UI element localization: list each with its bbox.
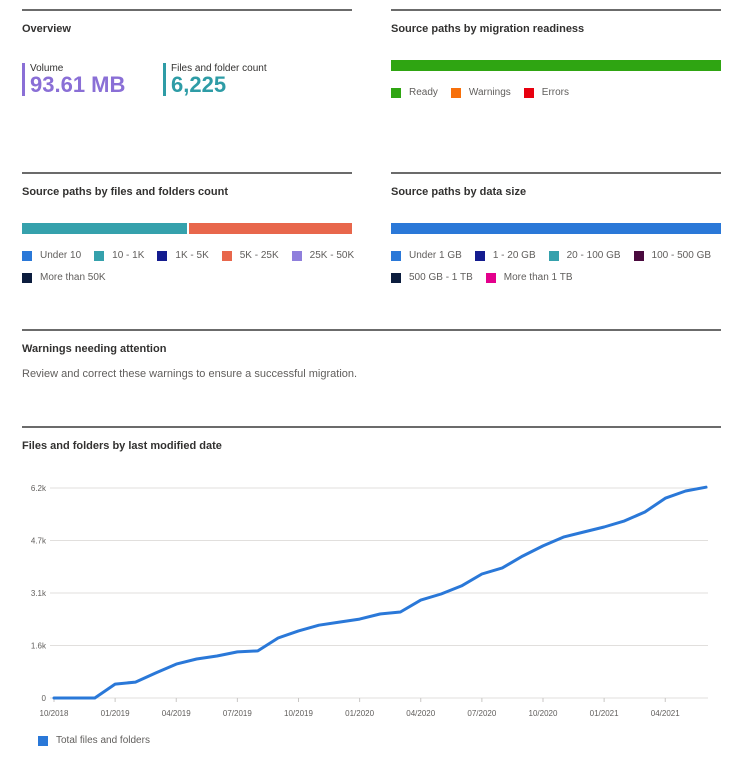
legend-label: 5K - 25K [239,250,279,261]
bar-segment-10-1k[interactable] [22,223,187,234]
x-tick-label: 01/2020 [345,709,374,718]
x-tick-label: 04/2020 [406,709,435,718]
legend-swatch [485,272,496,283]
legend-item-1k-5k[interactable]: 1K - 5K [157,250,209,261]
legend-swatch [94,250,105,261]
legend-label: Ready [409,87,438,98]
legend-item-errors[interactable]: Errors [523,87,570,98]
file-count-value: 6,225 [171,72,227,97]
legend-row: Under 10 10 - 1K 1K - 5K 5K - 25K 25K - 50K [22,250,367,261]
files-count-card: Source paths by files and folders count … [22,172,354,324]
legend-label: 10 - 1K [112,250,145,261]
y-tick-label: 1.6k [31,642,47,651]
volume-accent-bar [22,63,25,96]
x-tick-label: 10/2019 [284,709,313,718]
legend-item-25k-50k[interactable]: 25K - 50K [291,250,355,261]
warnings-description: Review and correct these warnings to ens… [22,368,358,380]
overview-title: Overview [22,23,71,35]
legend-label: 500 GB - 1 TB [409,272,473,283]
volume-value: 93.61 MB [30,72,126,97]
chart-legend: Total files and folders [38,735,150,746]
readiness-card: Source paths by migration readiness Read… [391,9,721,161]
legend-item-5k-25k[interactable]: 5K - 25K [221,250,279,261]
file-count-metric: Files and folder count 6,225 [163,63,267,96]
legend-swatch [221,250,232,261]
legend-item-more-than-1-tb[interactable]: More than 1 TB [485,272,573,283]
legend-item-20-100-gb[interactable]: 20 - 100 GB [548,250,621,261]
x-tick-label: 01/2021 [590,709,619,718]
data-size-title: Source paths by data size [391,186,527,198]
legend-item-under-10[interactable]: Under 10 [22,250,81,261]
modified-card: Files and folders by last modified date [22,426,721,468]
readiness-stacked-bar [391,60,721,71]
legend-item-more-than-50k[interactable]: More than 50K [22,272,106,283]
legend-label: 20 - 100 GB [566,250,621,261]
x-tick-label: 10/2018 [40,709,69,718]
legend-item-100-500-gb[interactable]: 100 - 500 GB [633,250,712,261]
modified-date-line-chart: 0 1.6k 3.1k 4.7k 6.2k 10/2018 01/2019 04/2019 0… [31,484,708,718]
files-count-title: Source paths by files and folders count [22,186,228,198]
legend-swatch [391,250,401,261]
legend-label: 100 - 500 GB [651,250,712,261]
warnings-title: Warnings needing attention [22,343,167,355]
files-count-legend: Under 10 10 - 1K 1K - 5K 5K - 25K 25K - 50K M… [22,250,367,294]
legend-swatch [523,87,534,98]
y-tick-label: 6.2k [31,484,47,493]
legend-label: More than 1 TB [503,272,573,283]
x-tick-label: 07/2020 [467,709,496,718]
legend-label: Warnings [468,87,511,98]
data-size-stacked-bar [391,223,721,234]
legend-item-500-gb-1-tb[interactable]: 500 GB - 1 TB [391,272,473,283]
readiness-title: Source paths by migration readiness [391,23,585,35]
files-count-stacked-bar [22,223,352,234]
bar-segment-5k-25k[interactable] [187,223,352,234]
legend-swatch [22,272,32,283]
legend-item-ready[interactable]: Ready [391,87,438,98]
y-tick-label: 4.7k [31,537,47,546]
warnings-card: Warnings needing attention Review and co… [22,329,721,421]
bar-segment-under-1-gb[interactable] [391,223,721,234]
legend-label-total: Total files and folders [56,735,150,746]
legend-item-under-1-gb[interactable]: Under 1 GB [391,250,462,261]
legend-item-10-1k[interactable]: 10 - 1K [94,250,144,261]
y-tick-label: 3.1k [31,589,47,598]
x-tick-label: 07/2019 [223,709,252,718]
legend-swatch [450,87,461,98]
legend-row: More than 50K [22,272,367,283]
legend-label: Under 10 [40,250,82,261]
x-tick-label: 01/2019 [101,709,130,718]
x-tick-label: 04/2021 [651,709,680,718]
y-tick-label: 0 [42,694,47,703]
legend-swatch [548,250,559,261]
x-tick-label: 10/2020 [529,709,558,718]
legend-label: 1K - 5K [175,250,209,261]
legend-row: 500 GB - 1 TB More than 1 TB [391,272,724,283]
legend-label: Errors [541,87,570,98]
legend-label: More than 50K [40,272,106,283]
legend-item-1-20-gb[interactable]: 1 - 20 GB [474,250,536,261]
overview-card: Overview Volume 93.61 MB Files and folde… [22,9,352,161]
x-tick-label: 04/2019 [162,709,191,718]
modified-title: Files and folders by last modified date [22,440,222,452]
legend-swatch [157,250,168,261]
file-count-accent-bar [163,63,166,96]
legend-row: Ready Warnings Errors [391,87,582,98]
data-size-card: Source paths by data size Under 1 GB 1 - … [391,172,721,324]
legend-label: 1 - 20 GB [492,250,536,261]
bar-segment-ready[interactable] [391,60,721,71]
readiness-legend: Ready Warnings Errors [391,87,582,109]
legend-swatch [633,250,644,261]
legend-row: Under 1 GB 1 - 20 GB 20 - 100 GB 100 - 500 … [391,250,724,261]
legend-swatch [22,250,32,261]
volume-metric: Volume 93.61 MB [22,63,125,96]
legend-label: 25K - 50K [309,250,355,261]
legend-swatch [474,250,485,261]
data-size-legend: Under 1 GB 1 - 20 GB 20 - 100 GB 100 - 500 … [391,250,724,294]
legend-item-warnings[interactable]: Warnings [450,87,511,98]
legend-swatch-total [38,735,48,746]
legend-swatch [391,272,401,283]
legend-swatch [391,87,401,98]
legend-swatch [291,250,302,261]
legend-label: Under 1 GB [409,250,462,261]
